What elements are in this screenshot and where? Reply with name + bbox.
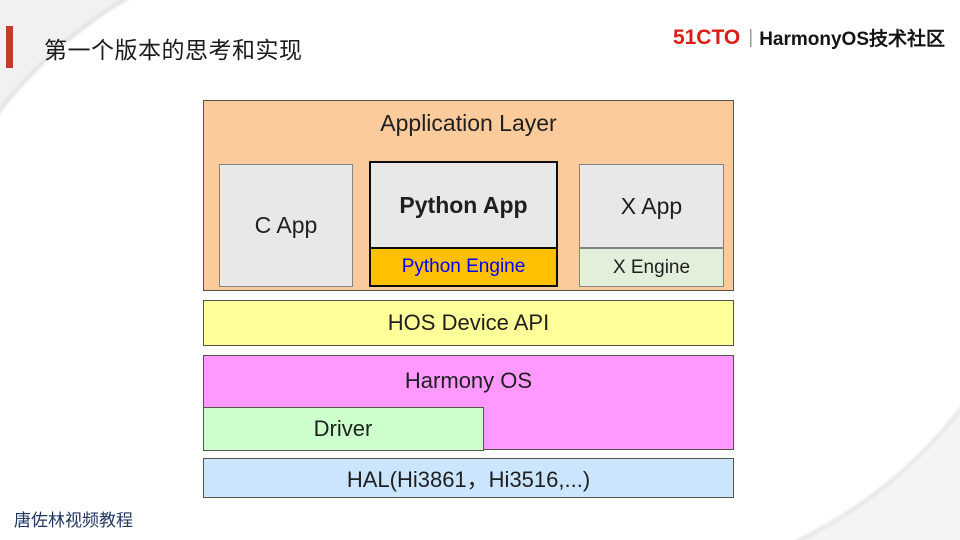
python-app-stack: Python App Python Engine	[369, 161, 558, 287]
application-layer-box: Application Layer C App Python App Pytho…	[203, 100, 734, 291]
harmony-os-label: Harmony OS	[404, 368, 533, 393]
corner-decoration-bottom-right	[720, 340, 960, 540]
logo-separator: |	[748, 26, 754, 48]
logo-community-text: HarmonyOS技术社区	[759, 29, 945, 50]
hos-device-api-box: HOS Device API	[203, 300, 734, 346]
x-app-box: X App	[579, 164, 724, 248]
brand-logo: 51CTO | HarmonyOS技术社区	[673, 24, 945, 51]
x-engine-box: X Engine	[579, 248, 724, 287]
title-accent-bar	[6, 26, 13, 68]
driver-box: Driver	[202, 406, 484, 451]
hal-box: HAL(Hi3861，Hi3516,...)	[203, 458, 734, 498]
application-layer-label: Application Layer	[380, 110, 557, 136]
footer-credit: 唐佐林视频教程	[14, 511, 133, 530]
harmony-os-box: Harmony OS Driver	[202, 355, 734, 451]
page-title: 第一个版本的思考和实现	[44, 37, 303, 63]
c-app-box: C App	[219, 164, 353, 287]
slide: 第一个版本的思考和实现 51CTO | HarmonyOS技术社区 Applic…	[0, 0, 960, 540]
python-engine-box: Python Engine	[371, 247, 556, 285]
python-app-box: Python App	[371, 163, 556, 247]
corner-decoration-top-left	[0, 0, 170, 150]
logo-51cto-text: 51CTO	[672, 25, 741, 49]
